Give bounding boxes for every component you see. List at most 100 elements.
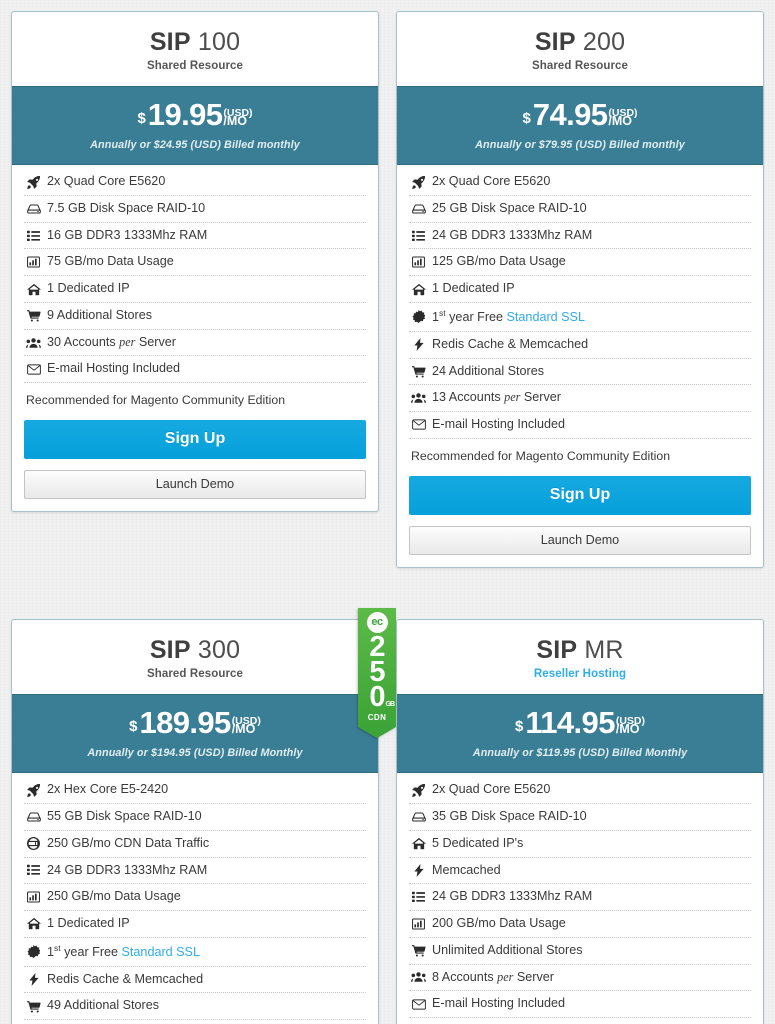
feature-list: 2x Quad Core E5620 25 GB Disk Space RAID-…	[397, 165, 763, 439]
cdn-ribbon-badge: ec 2 5 0 GB CDN	[358, 608, 396, 739]
feature-label: 250 GB/mo Data Usage	[47, 889, 181, 904]
pricing-card-300: ec 2 5 0 GB CDN SIP 300 Shared Resource $189.95(…	[11, 608, 396, 1024]
feature-label: 5 Dedicated IP's	[432, 835, 524, 850]
shopping-cart-icon	[26, 1000, 41, 1013]
users-icon	[411, 971, 426, 984]
home-icon	[26, 917, 41, 930]
price-unit: (USD)/MO	[608, 108, 637, 128]
billing-note: Annually or $79.95 (USD) Billed monthly	[475, 139, 685, 152]
feature-label: 2x Quad Core E5620	[47, 174, 166, 189]
home-icon	[411, 283, 426, 296]
bolt-icon	[411, 863, 426, 877]
card-header: SIP MR Reseller Hosting	[397, 620, 763, 695]
feature-item: 16 GB DDR3 1333Mhz RAM	[24, 223, 366, 250]
feature-label: 250 GB/mo CDN Data Traffic	[47, 835, 210, 850]
currency-symbol: $	[137, 110, 146, 128]
card-actions: Sign Up Launch Demo	[397, 476, 763, 567]
feature-item: E-mail Hosting Included	[409, 991, 751, 1018]
bar-chart-icon	[411, 917, 426, 930]
plan-title: SIP 300	[149, 636, 241, 665]
recommended-text: Recommended for Magento Community Editio…	[397, 1018, 763, 1024]
feature-item: 1 Dedicated IP	[24, 911, 366, 938]
price-row: $19.95 (USD)/MO	[137, 99, 252, 135]
envelope-icon	[26, 363, 41, 376]
feature-item: 125 GB/mo Data Usage	[409, 249, 751, 277]
price-unit: (USD)/MO	[616, 716, 645, 736]
feature-label: E-mail Hosting Included	[432, 996, 565, 1011]
feature-item: 1 Dedicated IP	[409, 276, 751, 303]
feature-item: Unlimited Additional Stores	[409, 938, 751, 965]
feature-label: 16 GB DDR3 1333Mhz RAM	[47, 227, 208, 242]
billing-note: Annually or $24.95 (USD) Billed monthly	[90, 139, 300, 152]
feature-label: Memcached	[432, 862, 501, 877]
feature-item: 24 GB DDR3 1333Mhz RAM	[409, 223, 751, 250]
price-amount: 189.95	[139, 705, 231, 741]
plan-brand: SIP	[536, 636, 578, 665]
plan-subtitle: Shared Resource	[146, 668, 244, 681]
feature-label: 8 Accounts per Server	[432, 969, 554, 984]
memory-list-icon	[26, 864, 41, 877]
feature-item: 35 GB Disk Space RAID-10	[409, 804, 751, 831]
rocket-icon	[411, 175, 426, 190]
plan-subtitle[interactable]: Reseller Hosting	[409, 668, 751, 680]
certificate-icon	[411, 310, 426, 324]
feature-label: Redis Cache & Memcached	[432, 336, 589, 351]
feature-list: 2x Quad Core E5620 7.5 GB Disk Space RAID…	[12, 165, 378, 384]
feature-item: 24 GB DDR3 1333Mhz RAM	[24, 858, 366, 885]
feature-list: 2x Quad Core E5620 35 GB Disk Space RAID-…	[397, 773, 763, 1018]
card-actions: Sign Up Launch Demo	[12, 420, 378, 511]
feature-item: 49 Additional Stores	[24, 993, 366, 1021]
price-band: $74.95 (USD)/MO Annually or $79.95 (USD) B…	[397, 86, 763, 166]
card-header: SIP 100 Shared Resource	[12, 12, 378, 87]
plan-brand: SIP	[149, 28, 191, 56]
pricing-grid: SIP 100 Shared Resource $19.95 (USD)/MO Annu…	[0, 0, 775, 1024]
feature-item: 1st year Free Standard SSL	[409, 303, 751, 332]
feature-item: 1 Dedicated IP	[24, 276, 366, 303]
standard-ssl-link[interactable]: Standard SSL	[507, 310, 585, 324]
sign-up-button[interactable]: Sign Up	[409, 476, 751, 516]
launch-demo-button[interactable]: Launch Demo	[409, 526, 751, 556]
feature-label: 1 Dedicated IP	[432, 281, 515, 296]
feature-item: 200 GB/mo Data Usage	[409, 911, 751, 938]
feature-label: 24 Additional Stores	[432, 363, 545, 378]
sign-up-button[interactable]: Sign Up	[24, 420, 366, 460]
pricing-card-mr: SIP MR Reseller Hosting $114.95 (USD)/MO Ann…	[396, 619, 764, 1024]
feature-label: 7.5 GB Disk Space RAID-10	[47, 200, 206, 215]
feature-label: 9 Additional Stores	[47, 307, 153, 322]
feature-label: 49 Additional Stores	[47, 998, 160, 1013]
feature-label: 13 Accounts per Server	[432, 390, 561, 405]
feature-item: 2x Quad Core E5620	[409, 777, 751, 805]
users-icon	[411, 392, 426, 405]
recommended-text: Recommended for Magento Community Editio…	[26, 393, 286, 408]
ribbon-body: ec 2 5 0 GB CDN	[358, 608, 396, 728]
feature-item: 8 Accounts per Server	[409, 965, 751, 992]
bolt-icon	[26, 973, 41, 987]
feature-item: 55 GB Disk Space RAID-10	[24, 804, 366, 831]
feature-item: 2x Quad Core E5620	[409, 169, 751, 196]
feature-item: 5 Dedicated IP's	[409, 831, 751, 858]
launch-demo-button[interactable]: Launch Demo	[24, 470, 366, 500]
price-unit: (USD)/MO	[223, 108, 252, 128]
rocket-icon	[26, 175, 41, 190]
price-row: $74.95 (USD)/MO	[522, 99, 637, 135]
feature-item: Redis Cache & Memcached	[409, 332, 751, 359]
feature-label: 125 GB/mo Data Usage	[432, 254, 566, 269]
feature-label: 55 GB Disk Space RAID-10	[47, 809, 202, 824]
feature-label: Unlimited Additional Stores	[432, 942, 583, 957]
plan-title: SIP MR	[536, 636, 624, 665]
pricing-card-100: SIP 100 Shared Resource $19.95 (USD)/MO Annu…	[11, 11, 379, 513]
feature-label: E-mail Hosting Included	[47, 361, 180, 376]
memory-list-icon	[411, 891, 426, 904]
currency-symbol: $	[514, 718, 524, 736]
shopping-cart-icon	[411, 944, 426, 957]
feature-item: 75 GB/mo Data Usage	[24, 249, 366, 277]
feature-label: 25 GB Disk Space RAID-10	[432, 200, 587, 215]
certificate-icon	[26, 945, 41, 959]
feature-label: 2x Quad Core E5620	[432, 174, 551, 189]
plan-title: SIP 200	[534, 28, 626, 56]
home-icon	[411, 837, 426, 850]
feature-item: Memcached	[409, 858, 751, 885]
currency-symbol: $	[522, 110, 531, 128]
standard-ssl-link[interactable]: Standard SSL	[122, 945, 200, 959]
feature-item: 4 Accounts per Server	[24, 1020, 366, 1024]
